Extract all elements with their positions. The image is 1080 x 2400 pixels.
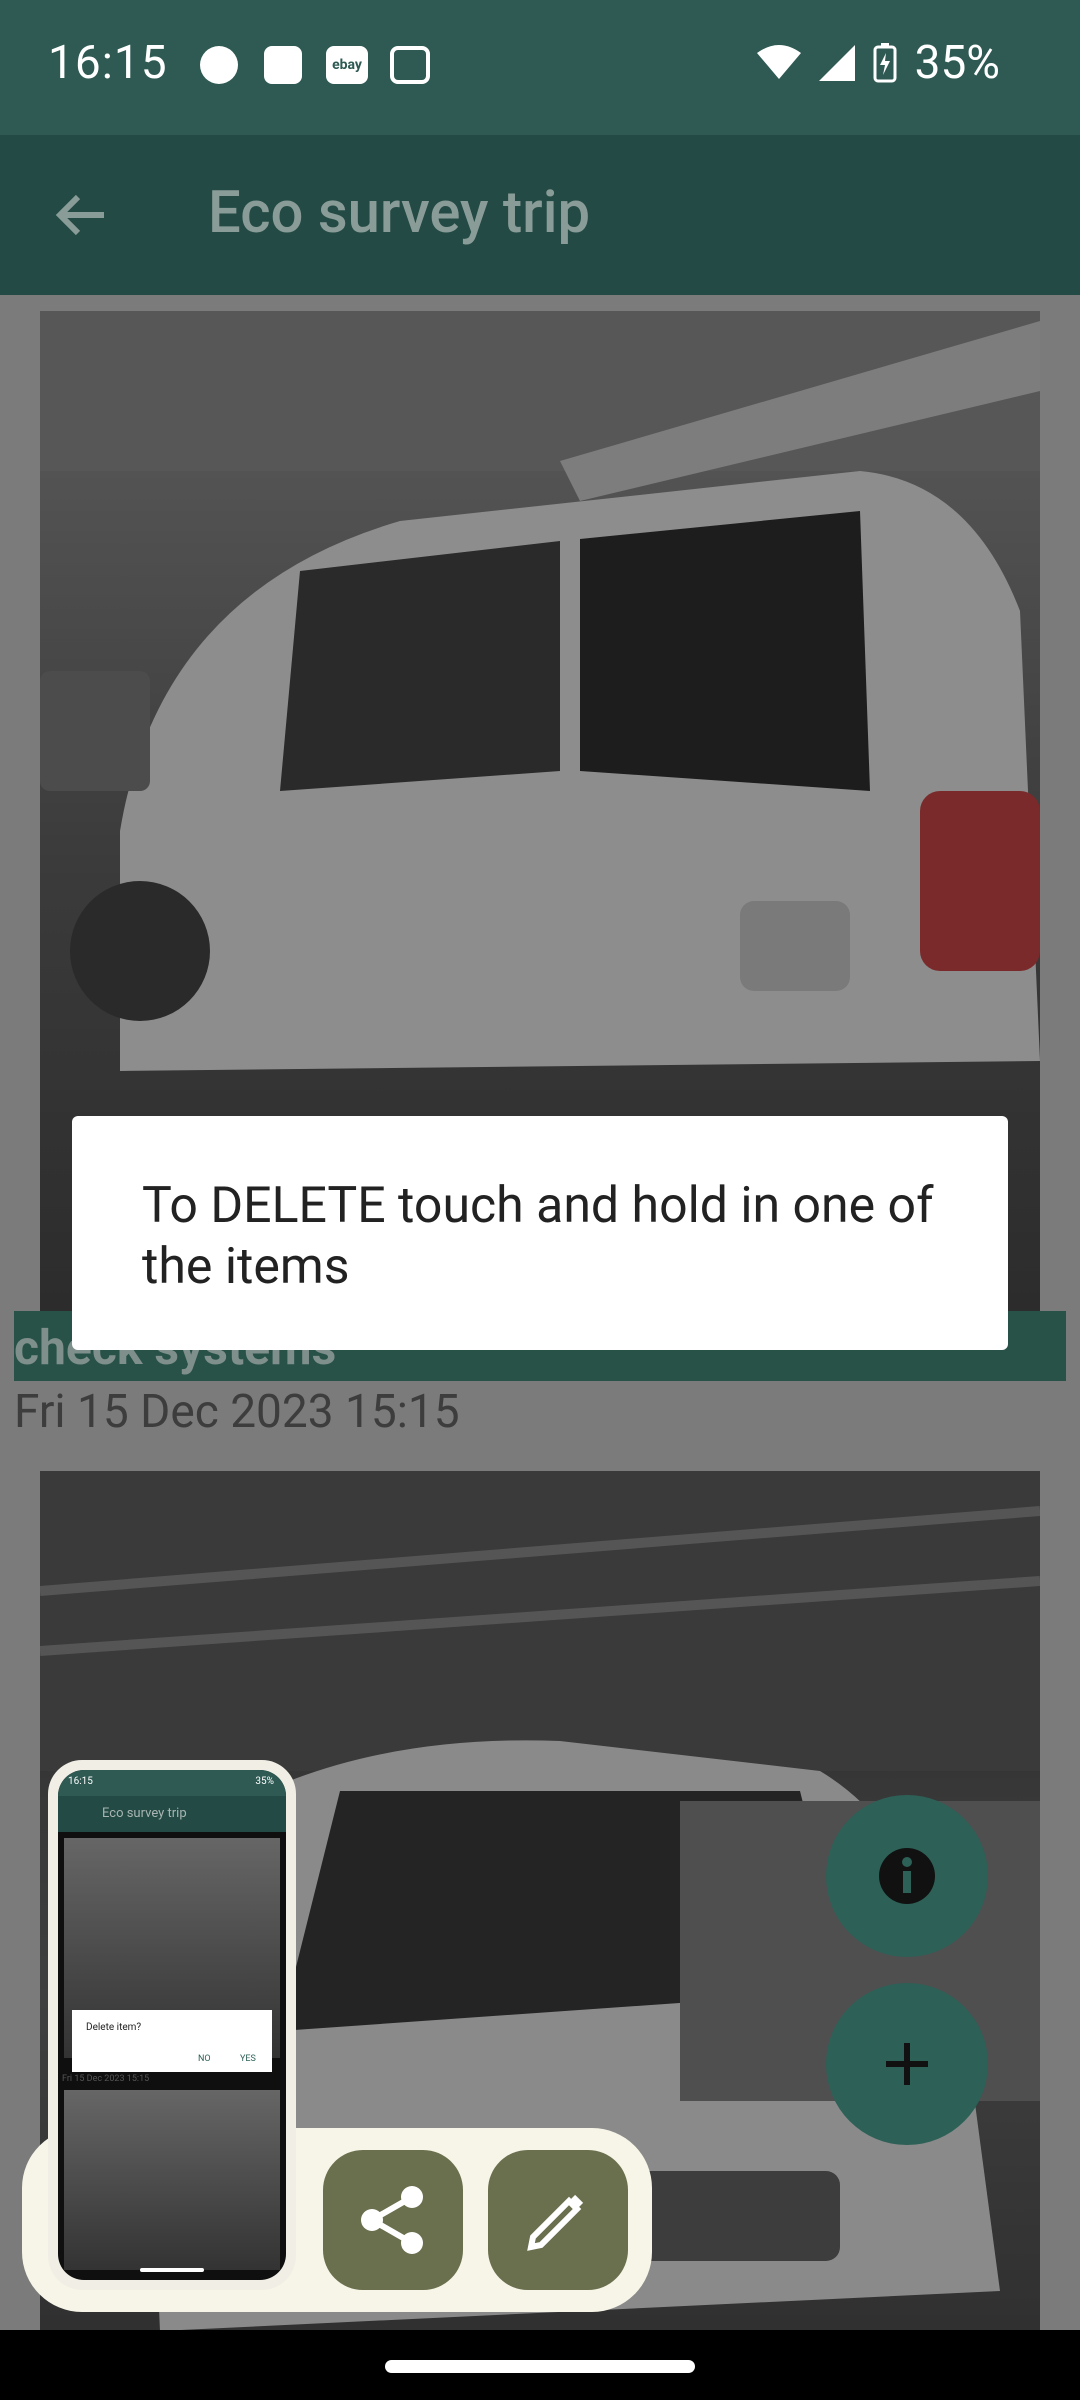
thumbnail-battery: 35%: [255, 1776, 274, 1787]
thumbnail-time: 16:15: [68, 1776, 93, 1787]
status-bar: 16:15 ebay 35%: [0, 0, 1080, 135]
info-button[interactable]: [826, 1795, 988, 1957]
page-title: Eco survey trip: [208, 179, 591, 247]
cat-app-icon: [200, 46, 238, 84]
lamp-app-icon: [264, 46, 302, 84]
item-date: Fri 15 Dec 2023 15:15: [14, 1385, 460, 1439]
thumbnail-dialog-text: Delete item?: [86, 2022, 142, 2033]
thumbnail-status-bar: 16:15 35%: [58, 1770, 286, 1796]
thumbnail-screen: 16:15 35% Eco survey trip Delete item? N…: [58, 1770, 286, 2280]
thumbnail-yes: YES: [240, 2054, 256, 2064]
ebay-icon-text: ebay: [332, 57, 362, 73]
ebay-icon: ebay: [326, 46, 368, 84]
add-button[interactable]: [826, 1983, 988, 2145]
wifi-icon: [756, 45, 801, 79]
thumbnail-dialog: Delete item? NO YES: [72, 2010, 272, 2072]
screenshot-thumbnail[interactable]: 16:15 35% Eco survey trip Delete item? N…: [48, 1760, 296, 2290]
arrow-left-icon[interactable]: [52, 185, 112, 245]
thumbnail-home-pill: [140, 2268, 204, 2272]
app-bar: Eco survey trip: [0, 135, 1080, 295]
thumbnail-date: Fri 15 Dec 2023 15:15: [62, 2074, 150, 2084]
pencil-icon: [527, 2194, 584, 2251]
share-icon: [361, 2186, 423, 2254]
home-gesture-pill[interactable]: [385, 2360, 695, 2373]
thumbnail-no: NO: [198, 2054, 211, 2064]
dialog-message: To DELETE touch and hold in one of the i…: [142, 1177, 934, 1296]
edit-button[interactable]: [488, 2150, 628, 2290]
battery-percent: 35%: [914, 36, 1000, 90]
outlook-icon: [390, 46, 430, 84]
delete-hint-dialog: To DELETE touch and hold in one of the i…: [72, 1116, 1008, 1350]
status-right: 35%: [756, 36, 1000, 90]
battery-icon: [873, 43, 897, 83]
share-button[interactable]: [323, 2150, 463, 2290]
info-icon: [879, 1848, 935, 1904]
thumbnail-title: Eco survey trip: [102, 1806, 187, 1821]
status-time: 16:15: [48, 36, 168, 90]
thumbnail-photo-2: [64, 2090, 280, 2270]
plus-icon: [886, 2043, 928, 2085]
signal-icon: [818, 45, 855, 81]
thumbnail-app-bar: Eco survey trip: [58, 1796, 286, 1832]
